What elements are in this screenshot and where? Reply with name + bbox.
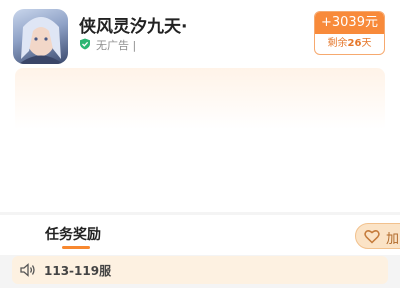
no-ads-label: 无广告 | — [96, 39, 137, 52]
game-character-art — [19, 17, 63, 64]
tab-task-rewards[interactable]: 任务奖励 — [45, 224, 101, 244]
active-tab-indicator — [62, 246, 90, 249]
favorite-label: 加 — [386, 232, 400, 247]
days-remaining: 剩余26天 — [315, 34, 384, 54]
server-range-text: 113-119服 — [44, 264, 112, 278]
content-card — [0, 288, 400, 304]
tab-bar: 任务奖励 — [0, 215, 400, 255]
days-suffix: 天 — [361, 38, 372, 49]
reward-amount: +3039元 — [315, 12, 384, 34]
reward-badge: +3039元 剩余26天 — [314, 11, 385, 55]
favorite-button[interactable]: 加 — [355, 223, 400, 249]
game-banner — [15, 68, 385, 204]
game-title: 侠风灵汐九天· — [79, 17, 188, 37]
shield-check-icon — [80, 38, 90, 50]
heart-icon — [364, 230, 380, 244]
days-prefix: 剩余 — [327, 38, 348, 49]
days-value: 26 — [347, 38, 362, 49]
game-icon[interactable] — [13, 9, 68, 64]
speaker-icon — [20, 263, 35, 277]
server-notice: 113-119服 — [12, 256, 388, 284]
game-info-card: 侠风灵汐九天· 无广告 | +3039元 剩余26天 — [0, 0, 400, 212]
